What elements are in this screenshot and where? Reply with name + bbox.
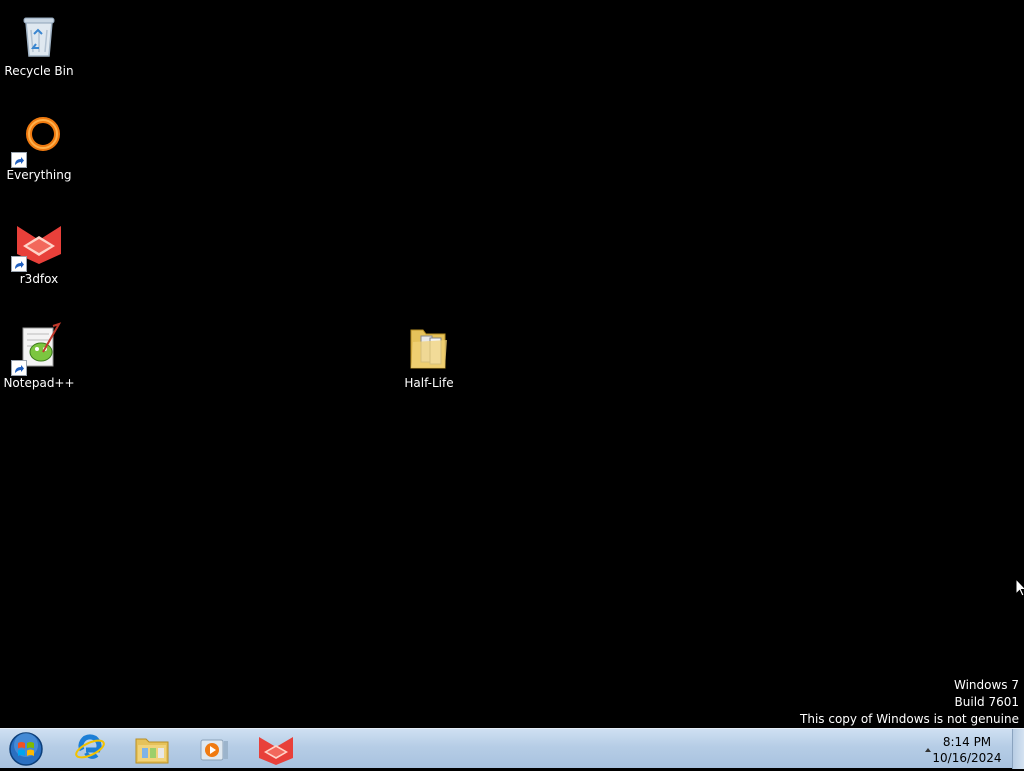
r3dfox-icon (259, 737, 293, 765)
clock-time: 8:14 PM (942, 735, 992, 749)
desktop-icon-label: Notepad++ (3, 376, 75, 390)
desktop-icon-label: r3dfox (19, 272, 59, 286)
taskbar-file-explorer-button[interactable] (124, 731, 180, 767)
taskbar-internet-explorer-button[interactable] (62, 731, 118, 767)
desktop-icon-label: Recycle Bin (4, 64, 74, 78)
folder-icon (403, 322, 455, 374)
watermark-line: Windows 7 (953, 678, 1019, 692)
taskbar-media-player-button[interactable] (186, 731, 242, 767)
desktop-icon-r3dfox[interactable]: r3dfox (1, 214, 77, 302)
watermark-line: Build 7601 (954, 695, 1019, 709)
shortcut-arrow-icon (11, 256, 27, 272)
taskbar: 8:14 PM 10/16/2024 (0, 728, 1024, 769)
desktop-icon-notepadpp[interactable]: Notepad++ (1, 318, 77, 406)
everything-icon (11, 114, 65, 168)
desktop-icon-half-life[interactable]: Half-Life (391, 318, 467, 406)
mouse-cursor-icon (1015, 577, 1024, 598)
desktop-icon-label: Half-Life (404, 376, 454, 390)
windows-watermark: Windows 7 Build 7601 This copy of Window… (800, 677, 1019, 728)
desktop-icon-recycle-bin[interactable]: Recycle Bin (1, 6, 77, 94)
file-explorer-icon (135, 738, 169, 764)
notepadpp-icon (11, 322, 65, 376)
show-desktop-button[interactable] (1012, 729, 1024, 769)
internet-explorer-icon (75, 734, 105, 759)
clock-date: 10/16/2024 (932, 751, 1002, 765)
desktop[interactable]: Recycle Bin Everything r3dfox Notepad++ … (0, 0, 1024, 728)
desktop-icon-everything[interactable]: Everything (1, 110, 77, 198)
media-player-icon (200, 739, 228, 761)
start-button[interactable] (6, 731, 46, 767)
system-clock[interactable]: 8:14 PM 10/16/2024 (932, 734, 1002, 766)
recycle-bin-icon (13, 10, 65, 62)
shortcut-arrow-icon (11, 152, 27, 168)
watermark-line: This copy of Windows is not genuine (800, 712, 1019, 726)
start-orb-icon (9, 732, 43, 766)
desktop-icon-label: Everything (6, 168, 72, 182)
taskbar-r3dfox-button[interactable] (248, 731, 304, 767)
shortcut-arrow-icon (11, 360, 27, 376)
r3dfox-icon (11, 218, 65, 272)
